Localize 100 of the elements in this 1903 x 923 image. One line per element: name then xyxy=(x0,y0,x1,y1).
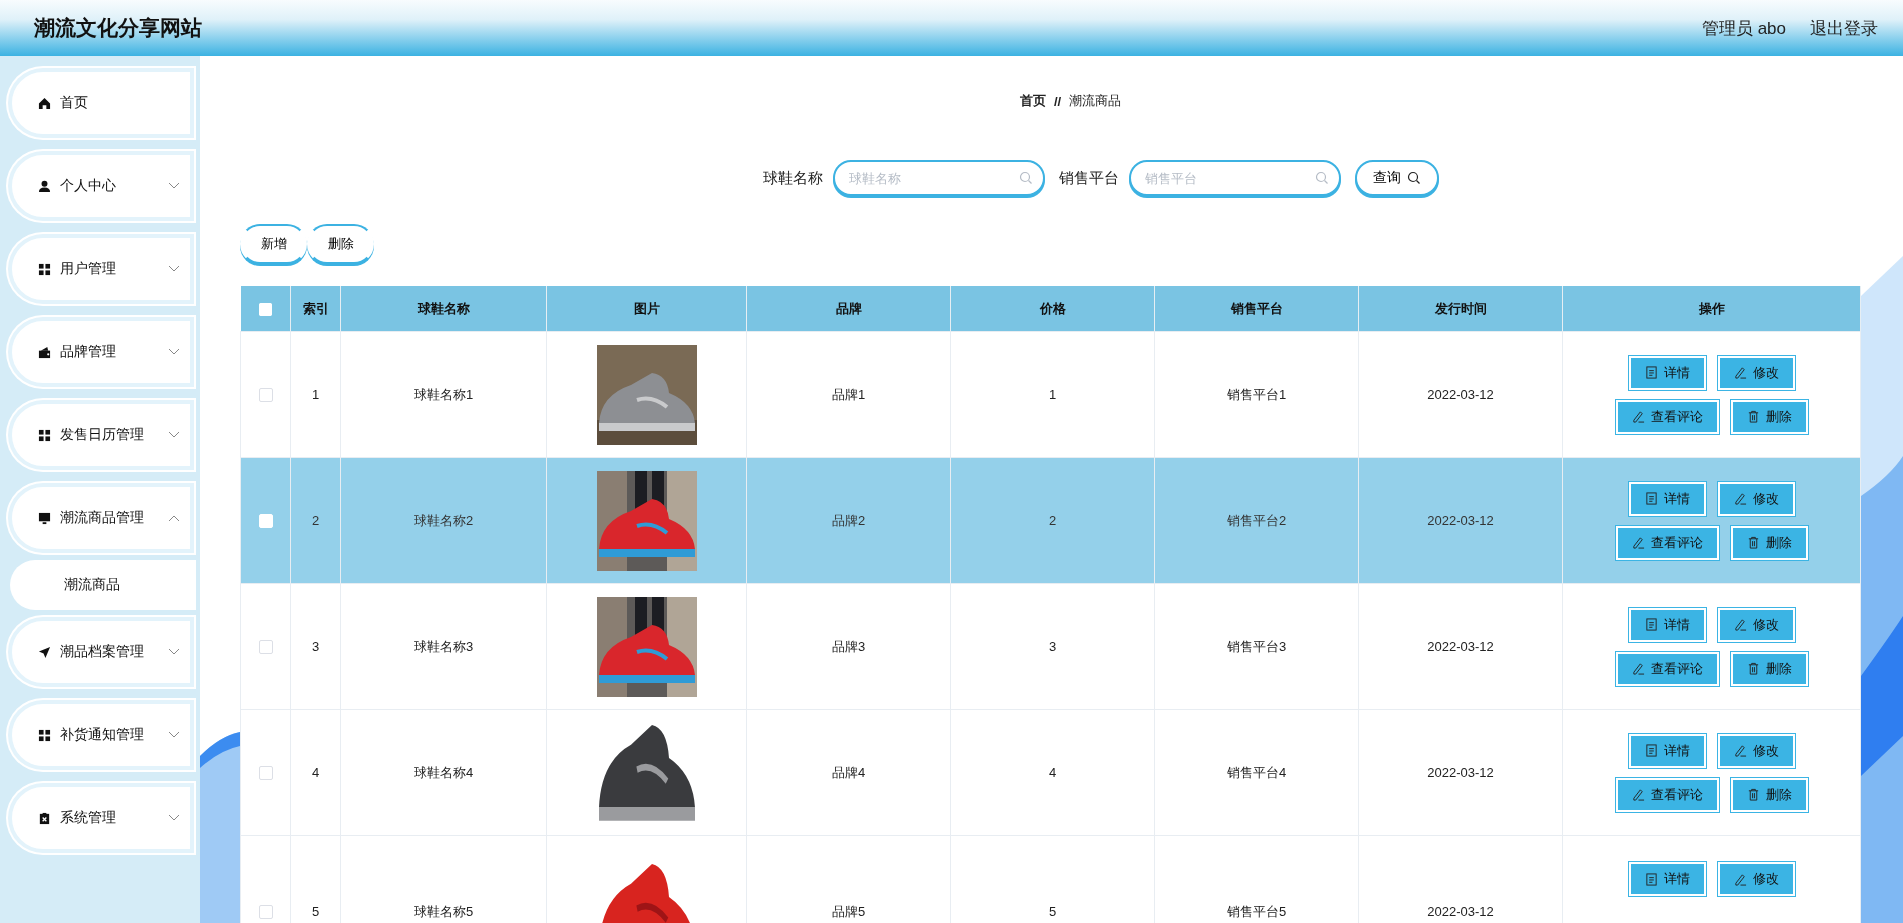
table-cell: 品牌2 xyxy=(746,457,951,584)
field-label: 销售平台 xyxy=(1058,168,1119,188)
document-icon xyxy=(1644,366,1658,379)
trash-icon xyxy=(1746,410,1760,423)
row-checkbox[interactable] xyxy=(258,905,273,920)
edit-button[interactable]: 修改 xyxy=(1717,355,1795,390)
comments-button[interactable]: 查看评论 xyxy=(1615,651,1719,686)
table-cell: 球鞋名称4 xyxy=(340,709,547,836)
table-cell: 1 xyxy=(290,331,341,458)
column-header: 品牌 xyxy=(746,286,951,332)
edit-button[interactable]: 修改 xyxy=(1717,862,1795,896)
table-cell: 品牌4 xyxy=(746,709,951,836)
table-cell: 2 xyxy=(950,457,1155,584)
sidebar-subitem[interactable]: 潮流商品 xyxy=(10,560,196,610)
paper-plane-icon xyxy=(38,645,51,659)
document-icon xyxy=(1644,744,1658,757)
chevron-icon xyxy=(168,431,180,439)
comments-button[interactable]: 查看评论 xyxy=(1615,399,1719,434)
breadcrumb-current: 潮流商品 xyxy=(1069,92,1122,110)
column-header: 操作 xyxy=(1562,286,1861,332)
pencil-icon xyxy=(1733,492,1747,505)
chevron-icon xyxy=(168,731,180,739)
search-icon xyxy=(1314,171,1329,185)
table-cell: 球鞋名称3 xyxy=(340,583,547,710)
chevron-icon xyxy=(168,182,180,190)
column-header: 价格 xyxy=(950,286,1155,332)
edit-button[interactable]: 修改 xyxy=(1717,481,1795,516)
document-icon xyxy=(1644,872,1658,886)
pencil-icon xyxy=(1733,618,1747,631)
delete-button[interactable]: 删除 xyxy=(1730,525,1808,560)
chevron-icon xyxy=(168,265,180,273)
chevron-icon xyxy=(168,348,180,356)
detail-button[interactable]: 详情 xyxy=(1628,607,1706,642)
breadcrumb-link[interactable]: 首页 xyxy=(1019,92,1046,110)
table-cell: 4 xyxy=(290,709,341,836)
column-header: 销售平台 xyxy=(1154,286,1359,332)
detail-button[interactable]: 详情 xyxy=(1628,355,1706,390)
row-checkbox[interactable] xyxy=(258,388,273,403)
column-header: 发行时间 xyxy=(1358,286,1563,332)
row-checkbox[interactable] xyxy=(258,766,273,781)
table-cell: 1 xyxy=(950,331,1155,458)
table-cell: 2022-03-12 xyxy=(1358,457,1563,584)
pencil-icon xyxy=(1631,662,1645,675)
site-title: 潮流文化分享网站 xyxy=(34,15,202,41)
search-field[interactable]: 球鞋名称 xyxy=(832,160,1045,196)
grid-icon xyxy=(38,262,51,276)
document-icon xyxy=(1644,618,1658,631)
delete-button[interactable]: 删除 xyxy=(1730,651,1808,686)
grid-icon xyxy=(38,728,51,742)
pencil-icon xyxy=(1733,744,1747,757)
search-field[interactable]: 销售平台 xyxy=(1128,160,1341,196)
table-cell: 销售平台2 xyxy=(1154,457,1359,584)
chevron-icon xyxy=(168,648,180,656)
pencil-icon xyxy=(1631,536,1645,549)
table-cell: 2022-03-12 xyxy=(1358,583,1563,710)
search-icon xyxy=(1018,171,1033,185)
row-checkbox[interactable] xyxy=(258,640,273,655)
table-cell: 2 xyxy=(290,457,341,584)
chevron-icon xyxy=(168,814,180,822)
monitor-icon xyxy=(38,511,51,525)
add-button[interactable]: 新增 xyxy=(240,224,307,264)
pencil-icon xyxy=(1733,872,1747,886)
trash-icon xyxy=(1746,788,1760,801)
table-cell: 球鞋名称1 xyxy=(340,331,547,458)
query-button[interactable]: 查询 xyxy=(1354,160,1439,196)
chevron-icon xyxy=(168,514,180,522)
comments-button[interactable]: 查看评论 xyxy=(1615,777,1719,812)
trash-icon xyxy=(1746,536,1760,549)
search-icon xyxy=(1406,171,1421,185)
table-cell: 品牌1 xyxy=(746,331,951,458)
wallet-icon xyxy=(38,345,51,359)
home-icon xyxy=(38,96,51,110)
detail-button[interactable]: 详情 xyxy=(1628,481,1706,516)
detail-button[interactable]: 详情 xyxy=(1628,862,1706,896)
delete-button[interactable]: 删除 xyxy=(307,224,374,264)
detail-button[interactable]: 详情 xyxy=(1628,733,1706,768)
pencil-icon xyxy=(1733,366,1747,379)
column-header: 索引 xyxy=(290,286,341,332)
field-label: 球鞋名称 xyxy=(762,168,823,188)
column-header: 图片 xyxy=(546,286,747,332)
table-cell: 品牌3 xyxy=(746,583,951,710)
grid-icon xyxy=(38,428,51,442)
delete-button[interactable]: 删除 xyxy=(1730,399,1808,434)
table-cell: 4 xyxy=(950,709,1155,836)
trash-icon xyxy=(1746,662,1760,675)
edit-button[interactable]: 修改 xyxy=(1717,607,1795,642)
table-cell: 销售平台1 xyxy=(1154,331,1359,458)
document-icon xyxy=(1644,492,1658,505)
logout-link[interactable]: 退出登录 xyxy=(1810,16,1878,40)
table-cell: 3 xyxy=(290,583,341,710)
edit-button[interactable]: 修改 xyxy=(1717,733,1795,768)
clipboard-icon xyxy=(38,811,51,825)
pencil-icon xyxy=(1631,788,1645,801)
user-label: 管理员 abo xyxy=(1701,17,1786,40)
comments-button[interactable]: 查看评论 xyxy=(1615,525,1719,560)
table-cell: 2022-03-12 xyxy=(1358,709,1563,836)
delete-button[interactable]: 删除 xyxy=(1730,777,1808,812)
table-cell: 2022-03-12 xyxy=(1358,331,1563,458)
select-all-checkbox[interactable] xyxy=(258,303,272,317)
pencil-icon xyxy=(1631,410,1645,423)
